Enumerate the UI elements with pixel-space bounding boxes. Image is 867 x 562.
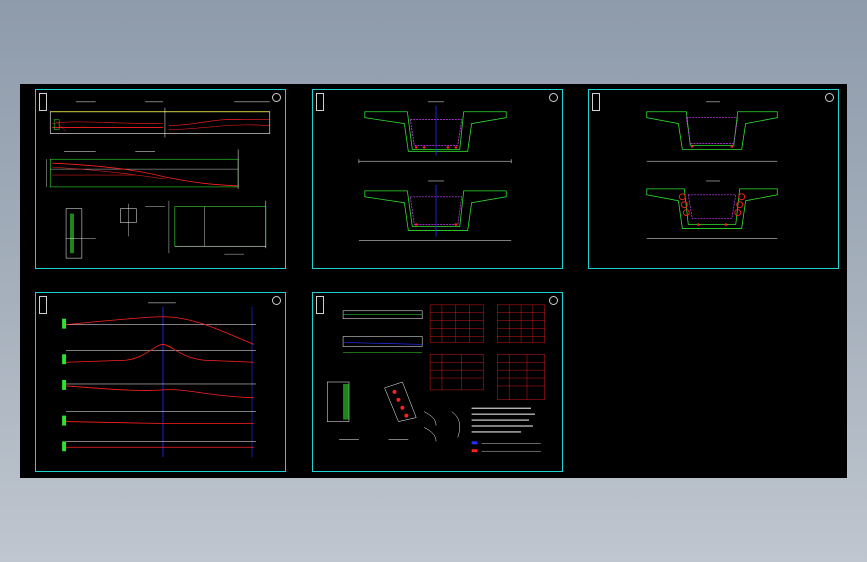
anchor-details-drawing xyxy=(326,304,545,453)
box-sections-drawing-b xyxy=(646,101,778,239)
tendon-layout-drawing xyxy=(46,101,271,259)
sheet-tendon-layout[interactable] xyxy=(35,89,286,269)
sheet-box-sections-a[interactable] xyxy=(312,89,563,269)
sheet-anchor-details[interactable] xyxy=(312,292,563,472)
sheet-box-sections-b[interactable] xyxy=(588,89,839,269)
tendon-profiles-drawing xyxy=(62,302,256,458)
box-sections-drawing xyxy=(358,101,512,241)
sheet-tendon-profiles[interactable] xyxy=(35,292,286,472)
drawing-canvas[interactable] xyxy=(20,84,847,478)
